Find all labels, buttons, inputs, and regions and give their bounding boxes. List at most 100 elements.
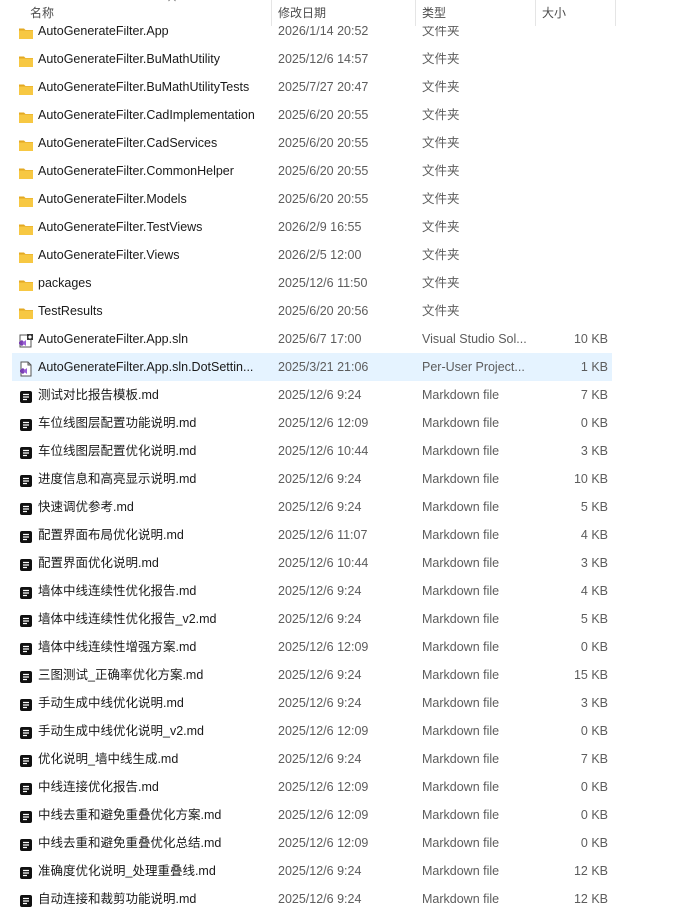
file-type: Markdown file (422, 472, 500, 486)
file-modified-date: 2025/12/6 12:09 (278, 836, 369, 850)
file-icon-cell (18, 129, 36, 157)
file-row[interactable]: 车位线图层配置优化说明.md 2025/12/6 10:44 Markdown fi… (0, 437, 696, 465)
file-row[interactable]: 配置界面优化说明.md 2025/12/6 10:44 Markdown file 3… (0, 549, 696, 577)
file-modified-date: 2025/12/6 9:24 (278, 472, 362, 486)
file-type: Markdown file (422, 724, 500, 738)
file-row[interactable]: 准确度优化说明_处理重叠线.md 2025/12/6 9:24 Markdown f… (0, 857, 696, 885)
file-name: 墙体中线连续性优化报告_v2.md (38, 612, 217, 626)
file-row[interactable]: 墙体中线连续性优化报告.md 2025/12/6 9:24 Markdown fil… (0, 577, 696, 605)
file-size (536, 213, 608, 241)
file-type: Markdown file (422, 584, 500, 598)
file-type: Markdown file (422, 444, 500, 458)
file-name: AutoGenerateFilter.TestViews (38, 220, 203, 234)
visual-studio-solution-icon (18, 331, 34, 348)
file-size: 5 KB (580, 612, 608, 626)
file-size (536, 241, 608, 269)
column-header-name-label: 名称 (30, 6, 55, 20)
file-size: 4 KB (580, 584, 608, 598)
file-modified-date: 2025/12/6 12:09 (278, 416, 369, 430)
file-type: 文件夹 (422, 136, 460, 150)
file-icon-cell (18, 325, 36, 353)
file-row[interactable]: 优化说明_墙中线生成.md 2025/12/6 9:24 Markdown file… (0, 745, 696, 773)
file-row[interactable]: 进度信息和高亮显示说明.md 2025/12/6 9:24 Markdown fil… (0, 465, 696, 493)
file-modified-date: 2025/12/6 11:50 (278, 276, 368, 290)
column-header-date[interactable]: 修改日期 (272, 0, 416, 26)
file-type: Markdown file (422, 752, 500, 766)
markdown-file-icon (18, 443, 34, 459)
file-row[interactable]: AutoGenerateFilter.Models 2025/6/20 20:55… (0, 185, 696, 213)
file-name: 车位线图层配置功能说明.md (38, 416, 197, 430)
file-row[interactable]: AutoGenerateFilter.Views 2026/2/5 12:00 文件… (0, 241, 696, 269)
file-name: AutoGenerateFilter.App.sln.DotSettin... (38, 360, 254, 374)
file-row[interactable]: 中线连接优化报告.md 2025/12/6 12:09 Markdown file 0… (0, 773, 696, 801)
file-row[interactable]: 三图测试_正确率优化方案.md 2025/12/6 9:24 Markdown fi… (0, 661, 696, 689)
file-row[interactable]: 中线去重和避免重叠优化方案.md 2025/12/6 12:09 Markdown … (0, 801, 696, 829)
file-size: 0 KB (580, 640, 608, 654)
file-type: 文件夹 (422, 304, 460, 318)
column-header-name[interactable]: 名称 (24, 0, 272, 26)
file-row[interactable]: AutoGenerateFilter.BuMathUtilityTests 202… (0, 73, 696, 101)
file-row[interactable]: AutoGenerateFilter.CommonHelper 2025/6/20… (0, 157, 696, 185)
file-name: 墙体中线连续性优化报告.md (38, 584, 197, 598)
file-row[interactable]: 测试对比报告模板.md 2025/12/6 9:24 Markdown file 7 … (0, 381, 696, 409)
file-modified-date: 2025/12/6 12:09 (278, 640, 369, 654)
file-modified-date: 2025/12/6 11:07 (278, 528, 368, 542)
markdown-file-icon (18, 583, 34, 599)
file-icon-cell (18, 549, 36, 577)
file-type: Markdown file (422, 388, 500, 402)
file-row[interactable]: 墙体中线连续性优化报告_v2.md 2025/12/6 9:24 Markdown … (0, 605, 696, 633)
file-icon-cell (18, 241, 36, 269)
file-size (536, 101, 608, 129)
file-name: 进度信息和高亮显示说明.md (38, 472, 197, 486)
column-header-type[interactable]: 类型 (416, 0, 536, 26)
file-row[interactable]: 手动生成中线优化说明.md 2025/12/6 9:24 Markdown file… (0, 689, 696, 717)
file-type: 文件夹 (422, 192, 460, 206)
file-name: 中线连接优化报告.md (38, 780, 159, 794)
file-modified-date: 2025/12/6 9:24 (278, 584, 362, 598)
file-name: 墙体中线连续性增强方案.md (38, 640, 197, 654)
file-modified-date: 2025/12/6 9:24 (278, 864, 362, 878)
file-type: 文件夹 (422, 164, 460, 178)
file-name: AutoGenerateFilter.BuMathUtility (38, 52, 221, 66)
file-row[interactable]: 车位线图层配置功能说明.md 2025/12/6 12:09 Markdown fi… (0, 409, 696, 437)
folder-icon (18, 303, 34, 319)
file-row[interactable]: 中线去重和避免重叠优化总结.md 2025/12/6 12:09 Markdown … (0, 829, 696, 857)
file-row[interactable]: 快速调优参考.md 2025/12/6 9:24 Markdown file 5 KB (0, 493, 696, 521)
file-size (536, 73, 608, 101)
file-row[interactable]: 自动连接和裁剪功能说明.md 2025/12/6 9:24 Markdown fil… (0, 885, 696, 910)
file-icon-cell (18, 73, 36, 101)
file-icon-cell (18, 801, 36, 829)
file-type: Markdown file (422, 500, 500, 514)
file-type: 文件夹 (422, 52, 460, 66)
file-row[interactable]: AutoGenerateFilter.TestViews 2026/2/9 16:… (0, 213, 696, 241)
file-name: 三图测试_正确率优化方案.md (38, 668, 204, 682)
file-modified-date: 2025/6/20 20:55 (278, 136, 369, 150)
file-size: 15 KB (573, 668, 608, 682)
file-type: 文件夹 (422, 80, 460, 94)
file-modified-date: 2025/12/6 9:24 (278, 668, 362, 682)
file-explorer-list-view: AutoGenerateFilter.App 2026/1/14 20:52 文件夹… (0, 0, 696, 910)
file-row[interactable]: TestResults 2025/6/20 20:56 文件夹 (0, 297, 696, 325)
file-row[interactable]: AutoGenerateFilter.CadImplementation 2025… (0, 101, 696, 129)
file-size: 12 KB (573, 892, 608, 906)
column-header-size[interactable]: 大小 (536, 0, 616, 26)
file-row[interactable]: AutoGenerateFilter.BuMathUtility 2025/12/… (0, 45, 696, 73)
file-row[interactable]: 配置界面布局优化说明.md 2025/12/6 11:07 Markdown fil… (0, 521, 696, 549)
file-row[interactable]: AutoGenerateFilter.App.sln 2025/6/7 17:00… (0, 325, 696, 353)
file-type: 文件夹 (422, 220, 460, 234)
file-row[interactable]: 手动生成中线优化说明_v2.md 2025/12/6 12:09 Markdown … (0, 717, 696, 745)
markdown-file-icon (18, 807, 34, 823)
file-modified-date: 2025/6/20 20:56 (278, 304, 369, 318)
file-modified-date: 2025/12/6 9:24 (278, 892, 362, 906)
file-icon-cell (18, 157, 36, 185)
file-type: Per-User Project... (422, 360, 525, 374)
file-row[interactable]: 墙体中线连续性增强方案.md 2025/12/6 12:09 Markdown fi… (0, 633, 696, 661)
file-modified-date: 2025/12/6 9:24 (278, 500, 362, 514)
file-row[interactable]: AutoGenerateFilter.App.sln.DotSettin... 2… (0, 353, 696, 381)
file-icon-cell (18, 829, 36, 857)
file-name: 准确度优化说明_处理重叠线.md (38, 864, 216, 878)
file-row[interactable]: packages 2025/12/6 11:50 文件夹 (0, 269, 696, 297)
file-row[interactable]: AutoGenerateFilter.CadServices 2025/6/20 … (0, 129, 696, 157)
file-name: AutoGenerateFilter.BuMathUtilityTests (38, 80, 250, 94)
file-icon-cell (18, 605, 36, 633)
